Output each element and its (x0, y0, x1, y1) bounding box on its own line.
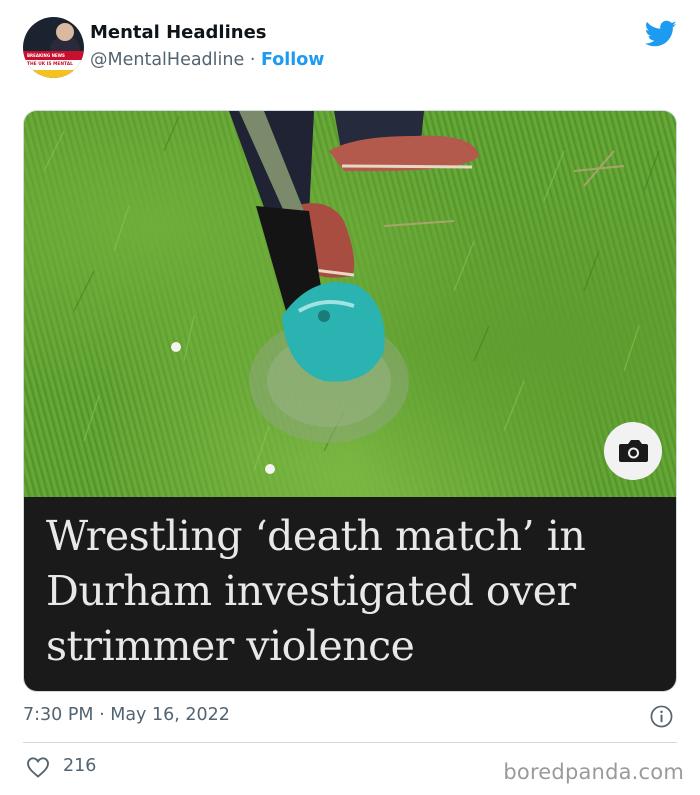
avatar-banner-main-text: THE UK IS MENTAL (27, 62, 73, 67)
avatar[interactable]: BREAKING NEWS THE UK IS MENTAL (23, 17, 84, 78)
heart-icon[interactable] (26, 756, 50, 778)
author-handle-line: @MentalHeadline · Follow (90, 50, 324, 70)
twitter-bird-icon[interactable] (645, 20, 677, 48)
camera-icon (619, 440, 648, 462)
news-photo (24, 111, 676, 497)
avatar-banner-yellow (23, 70, 84, 78)
tweet-time: 7:30 PM (23, 705, 94, 725)
media-card[interactable]: Wrestling ‘death match’ in Durham invest… (23, 110, 677, 692)
follow-button[interactable]: Follow (261, 50, 324, 70)
tweet-timestamp[interactable]: 7:30 PM · May 16, 2022 (23, 705, 230, 725)
headline-caption: Wrestling ‘death match’ in Durham invest… (46, 512, 586, 670)
author-handle[interactable]: @MentalHeadline (90, 50, 244, 70)
avatar-banner-top-text: BREAKING NEWS (27, 53, 65, 58)
timestamp-separator: · (93, 705, 111, 725)
like-count: 216 (63, 756, 97, 776)
avatar-presenter-head (56, 23, 74, 41)
photo-scene (43, 111, 660, 474)
divider (23, 742, 677, 743)
info-icon[interactable] (650, 705, 673, 728)
handle-separator: · (244, 50, 261, 70)
camera-button[interactable] (604, 422, 662, 480)
boredpanda-watermark: boredpanda.com (503, 760, 684, 784)
author-name[interactable]: Mental Headlines (90, 22, 267, 43)
tweet-date: May 16, 2022 (110, 705, 230, 725)
headline-caption-block: Wrestling ‘death match’ in Durham invest… (24, 497, 676, 691)
